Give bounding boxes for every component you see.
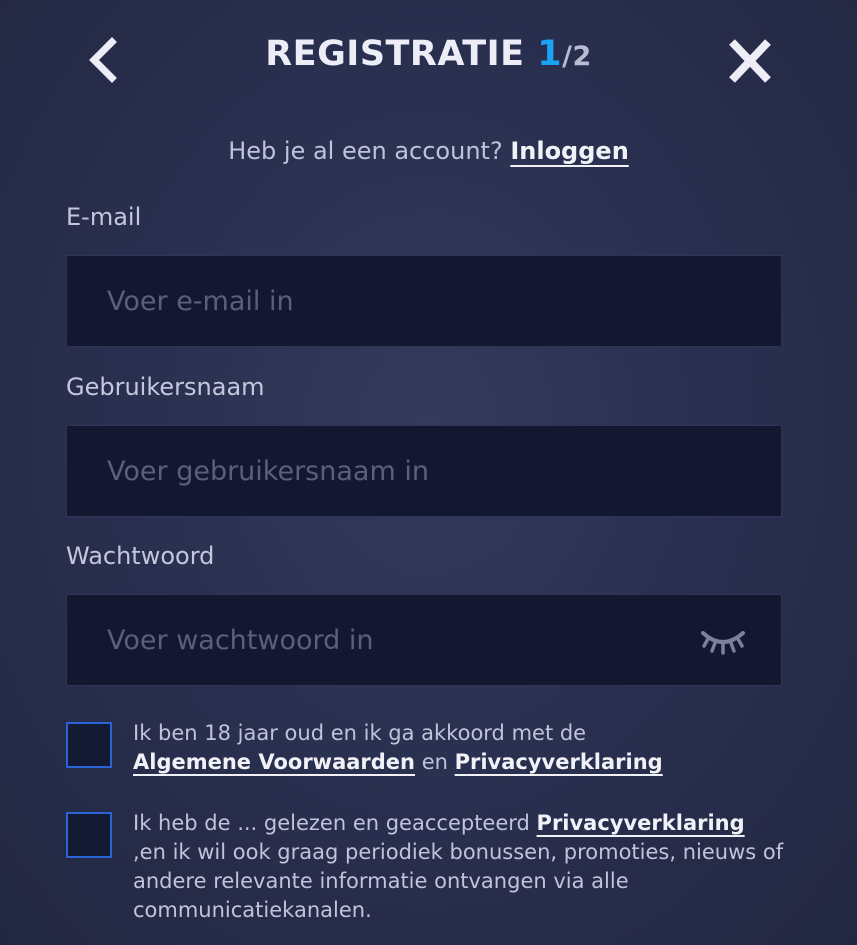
email-label: E-mail xyxy=(66,203,142,231)
login-prompt: Heb je al een account? Inloggen xyxy=(0,137,857,165)
title-text: REGISTRATIE xyxy=(265,34,525,74)
email-field-container xyxy=(66,255,782,347)
close-icon xyxy=(729,39,771,83)
password-field-container xyxy=(66,594,782,686)
login-prompt-text: Heb je al een account? xyxy=(228,137,503,165)
step-total: 2 xyxy=(572,41,592,72)
marketing-privacy-link[interactable]: Privacyverklaring xyxy=(537,811,745,835)
terms-text: Ik ben 18 jaar oud en ik ga akkoord met … xyxy=(133,721,587,745)
marketing-consent-text: Ik heb de ... gelezen en geaccepteerd Pr… xyxy=(133,809,793,925)
terms-checkbox[interactable] xyxy=(66,722,112,768)
password-visibility-toggle[interactable] xyxy=(699,625,747,657)
terms-link[interactable]: Algemene Voorwaarden xyxy=(133,750,415,774)
terms-consent-text: Ik ben 18 jaar oud en ik ga akkoord met … xyxy=(133,719,793,777)
username-field-container xyxy=(66,425,782,517)
privacy-link[interactable]: Privacyverklaring xyxy=(455,750,663,774)
eye-closed-icon xyxy=(701,631,745,655)
email-field[interactable] xyxy=(107,256,707,346)
login-link[interactable]: Inloggen xyxy=(510,137,628,165)
marketing-text-after: ,en ik wil ook graag periodiek bonussen,… xyxy=(133,840,784,922)
username-field[interactable] xyxy=(107,426,707,516)
header: REGISTRATIE 1/2 xyxy=(0,28,857,92)
close-button[interactable] xyxy=(724,38,776,84)
terms-conjunction: en xyxy=(421,750,448,774)
password-field[interactable] xyxy=(107,595,707,685)
username-label: Gebruikersnaam xyxy=(66,373,265,401)
password-label: Wachtwoord xyxy=(66,542,215,570)
step-separator: / xyxy=(562,41,573,72)
step-current: 1 xyxy=(537,34,563,74)
marketing-text: Ik heb de ... gelezen en geaccepteerd xyxy=(133,811,530,835)
marketing-checkbox[interactable] xyxy=(66,812,112,858)
